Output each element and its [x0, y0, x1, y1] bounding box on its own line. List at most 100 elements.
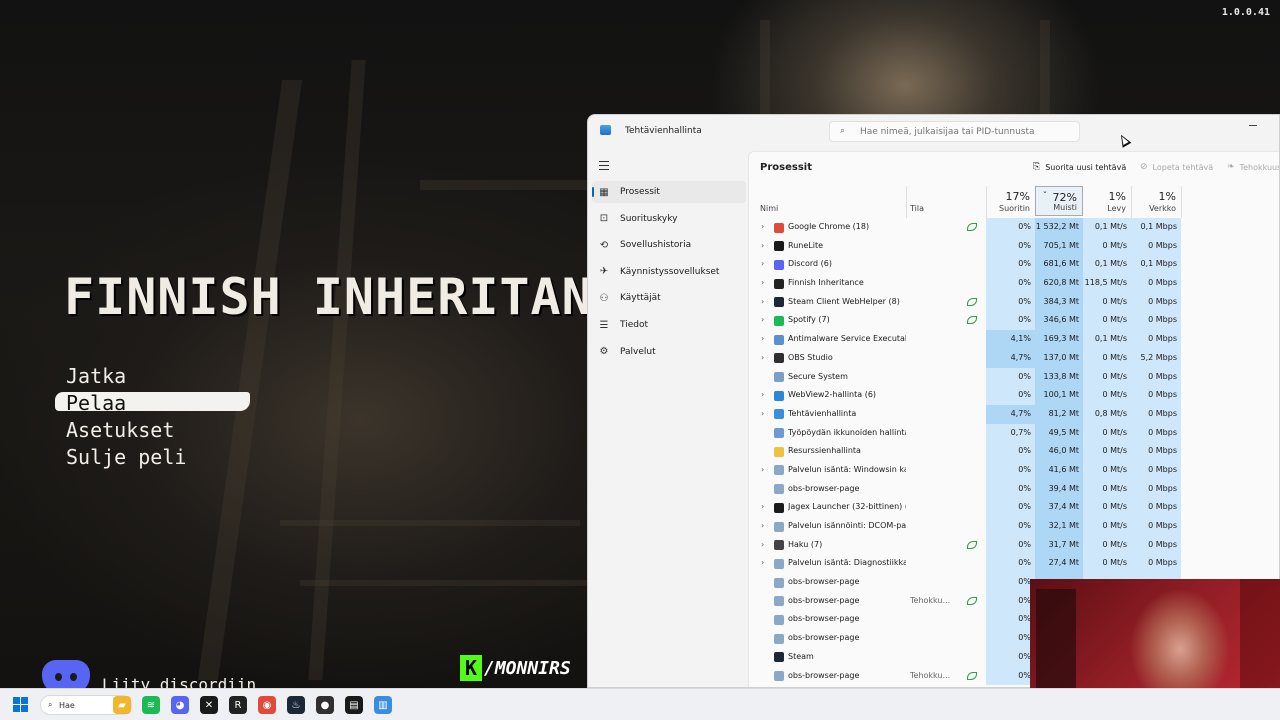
- table-row[interactable]: › Palvelun isäntä: Diagnostiikka... 0% 27,4…: [749, 554, 1279, 574]
- disk-cell: 0 Mt/s: [1083, 348, 1131, 368]
- windows-start-icon[interactable]: [13, 697, 29, 713]
- process-name: Antimalware Service Executable: [788, 334, 906, 344]
- game-version: 1.0.0.41: [1221, 7, 1270, 18]
- table-row[interactable]: Secure System 0% 133,8 Mt 0 Mt/s 0 Mbps: [749, 367, 1279, 387]
- memory-cell: 46,0 Mt: [1035, 442, 1083, 461]
- table-row[interactable]: › Finnish Inheritance 0% 620,8 Mt 118,5 Mt/s…: [749, 274, 1279, 293]
- nav-item-5[interactable]: ☰ Tiedot: [592, 314, 746, 336]
- table-row[interactable]: › Spotify (7) 0% 346,6 Mt 0 Mt/s 0 Mbps: [749, 311, 1279, 331]
- expand-chevron-icon[interactable]: ›: [761, 498, 764, 517]
- search-box[interactable]: ⌕: [829, 121, 1080, 142]
- expand-chevron-icon[interactable]: ›: [761, 554, 764, 573]
- table-row[interactable]: obs-browser-page 0% 39,4 Mt 0 Mt/s 0 Mbps: [749, 479, 1279, 499]
- table-row[interactable]: › Palvelun isäntä: Windowsin ka... 0% 41,6 …: [749, 460, 1279, 480]
- expand-chevron-icon[interactable]: ›: [761, 311, 764, 330]
- expand-chevron-icon[interactable]: ›: [761, 218, 764, 237]
- table-row[interactable]: › Haku (7) 0% 31,7 Mt 0 Mt/s 0 Mbps: [749, 535, 1279, 555]
- jagex-icon: [774, 502, 784, 513]
- menu-settings[interactable]: Asetukset: [66, 418, 186, 445]
- nav-item-3[interactable]: ✈ Käynnistyssovellukset: [592, 261, 746, 283]
- services-icon: ⚙: [599, 346, 609, 358]
- process-name: Finnish Inheritance: [788, 278, 864, 288]
- nav-item-0[interactable]: ▦ Prosessit: [592, 181, 746, 203]
- nav-item-4[interactable]: ⚇ Käyttäjät: [592, 287, 746, 309]
- table-row[interactable]: › Antimalware Service Executable 4,1% 169,3…: [749, 330, 1279, 349]
- cpu-cell: 0%: [986, 517, 1035, 536]
- memory-cell: 133,8 Mt: [1035, 367, 1083, 387]
- process-status: [910, 293, 970, 312]
- minimize-button[interactable]: [1249, 125, 1257, 126]
- table-row[interactable]: › Tehtävienhallinta 4,7% 81,2 Mt 0,8 Mt/s 0 M…: [749, 404, 1279, 424]
- expand-chevron-icon[interactable]: ›: [761, 517, 764, 536]
- expand-chevron-icon[interactable]: ›: [761, 405, 764, 424]
- efficiency-mode-button[interactable]: ❧ Tehokkuus: [1227, 162, 1279, 172]
- spotify-icon[interactable]: ≋: [142, 696, 160, 714]
- menu-play[interactable]: Pelaa: [66, 391, 186, 418]
- expand-chevron-icon[interactable]: ›: [761, 237, 764, 256]
- file-explorer-icon[interactable]: ▰: [113, 696, 131, 714]
- expand-chevron-icon[interactable]: ›: [761, 349, 764, 368]
- table-row[interactable]: Resurssienhallinta 0% 46,0 Mt 0 Mt/s 0 Mbps: [749, 442, 1279, 461]
- chrome-icon[interactable]: ◉: [258, 696, 276, 714]
- process-name: Secure System: [788, 371, 848, 381]
- nav-item-label: Sovellushistoria: [620, 240, 692, 251]
- runelite-icon[interactable]: R: [229, 696, 247, 714]
- column-header-disk[interactable]: 1% Levy: [1083, 186, 1131, 216]
- menu-continue[interactable]: Jatka: [66, 364, 186, 391]
- taskmanager-icon[interactable]: ▥: [374, 696, 392, 714]
- end-task-button[interactable]: ⊘ Lopeta tehtävä: [1140, 162, 1213, 172]
- nav-item-2[interactable]: ⟲ Sovellushistoria: [592, 234, 746, 256]
- table-row[interactable]: › Discord (6) 0% 681,6 Mt 0,1 Mt/s 0,1 Mbps: [749, 255, 1279, 275]
- title-bar[interactable]: Tehtävienhallinta ⌕: [588, 115, 1279, 149]
- disk-cell: 0 Mt/s: [1083, 517, 1131, 536]
- process-name: Discord (6): [788, 259, 832, 269]
- steam-icon[interactable]: ♨: [287, 696, 305, 714]
- game-icon[interactable]: ▤: [345, 696, 363, 714]
- network-cell: 0 Mbps: [1131, 498, 1181, 517]
- network-cell: 0 Mbps: [1131, 517, 1181, 536]
- process-status: [910, 573, 970, 592]
- column-header-cpu[interactable]: 17% Suoritin: [986, 186, 1035, 216]
- nav-item-label: Käynnistyssovellukset: [620, 266, 720, 277]
- discord-icon[interactable]: ◕: [171, 696, 189, 714]
- expand-chevron-icon[interactable]: ›: [761, 255, 764, 274]
- cpu-cell: 4,7%: [986, 348, 1035, 368]
- table-row[interactable]: Työpöydän ikkunoiden hallinta 0,7% 49,5 Mt…: [749, 423, 1279, 443]
- table-row[interactable]: › WebView2-hallinta (6) 0% 100,1 Mt 0 Mt/s 0 …: [749, 386, 1279, 405]
- nav-item-1[interactable]: ⊡ Suorituskyky: [592, 208, 746, 230]
- expand-chevron-icon[interactable]: ›: [761, 293, 764, 312]
- nav-item-6[interactable]: ⚙ Palvelut: [592, 341, 746, 363]
- process-status: [910, 442, 970, 461]
- explorer-icon: [774, 446, 784, 457]
- table-row[interactable]: › RuneLite 0% 705,1 Mt 0 Mt/s 0 Mbps: [749, 236, 1279, 256]
- expand-chevron-icon[interactable]: ›: [761, 536, 764, 555]
- expand-chevron-icon[interactable]: ›: [761, 461, 764, 480]
- column-header-memory[interactable]: ⌄ 72% Muisti: [1035, 186, 1083, 216]
- table-row[interactable]: › Steam Client WebHelper (8) 0% 384,3 Mt 0 M…: [749, 292, 1279, 312]
- table-row[interactable]: › Palvelun isännöinti: DCOM-pa... 0% 32,1 M…: [749, 517, 1279, 536]
- search-input[interactable]: [860, 125, 1070, 139]
- menu-quit[interactable]: Sulje peli: [66, 445, 186, 472]
- run-new-task-button[interactable]: ⎘ Suorita uusi tehtävä: [1033, 162, 1126, 172]
- column-header-name[interactable]: Nimi: [749, 186, 906, 216]
- jagex-icon[interactable]: ✕: [200, 696, 218, 714]
- table-row[interactable]: › Jagex Launcher (32-bittinen) (6) 0% 37,4 …: [749, 498, 1279, 517]
- table-row[interactable]: › OBS Studio 4,7% 137,0 Mt 0 Mt/s 5,2 Mbps: [749, 348, 1279, 368]
- network-cell: 0 Mbps: [1131, 367, 1181, 387]
- obs-icon[interactable]: ●: [316, 696, 334, 714]
- column-header-network[interactable]: 1% Verkko: [1131, 186, 1181, 216]
- column-header-status[interactable]: Tila: [906, 186, 986, 216]
- process-name: Steam Client WebHelper (8): [788, 296, 900, 306]
- nav-item-label: Käyttäjät: [620, 293, 661, 304]
- expand-chevron-icon[interactable]: ›: [761, 330, 764, 349]
- process-status: [910, 405, 970, 424]
- cpu-cell: 0%: [986, 629, 1035, 648]
- table-row[interactable]: › Google Chrome (18) 0% 1 532,2 Mt 0,1 Mt/s 0…: [749, 218, 1279, 237]
- disk-cell: 0 Mt/s: [1083, 423, 1131, 443]
- process-status: [910, 610, 970, 629]
- process-status: [910, 517, 970, 536]
- hamburger-menu-icon[interactable]: [599, 161, 609, 173]
- memory-cell: 100,1 Mt: [1035, 386, 1083, 405]
- expand-chevron-icon[interactable]: ›: [761, 386, 764, 405]
- expand-chevron-icon[interactable]: ›: [761, 274, 764, 293]
